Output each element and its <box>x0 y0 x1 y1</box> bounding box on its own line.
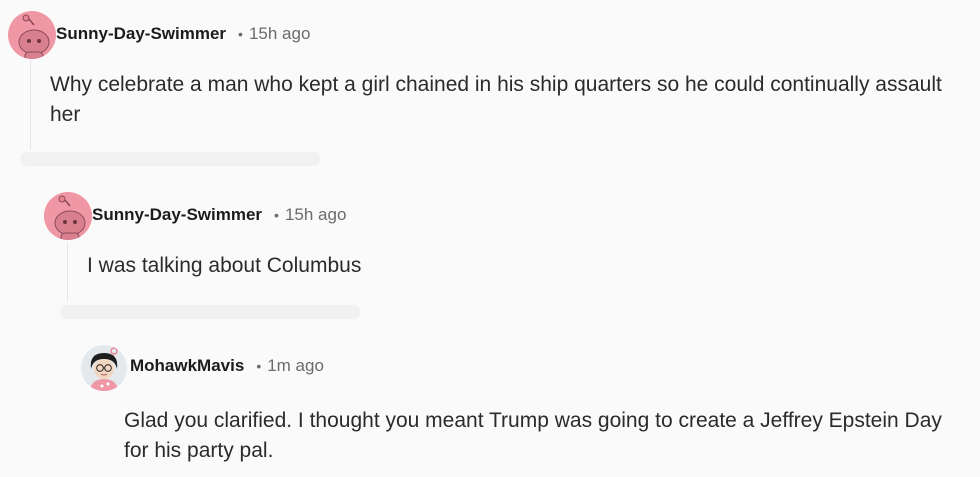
comment: MohawkMavis • 1m ago Glad you clarified.… <box>0 340 980 477</box>
username[interactable]: Sunny-Day-Swimmer <box>92 205 262 225</box>
meta-separator: • <box>274 207 279 223</box>
timestamp[interactable]: 15h ago <box>249 24 310 44</box>
cartoon-avatar-icon <box>90 347 118 391</box>
meta-separator: • <box>238 26 243 42</box>
comment-actions-placeholder <box>20 152 320 166</box>
username[interactable]: Sunny-Day-Swimmer <box>56 24 226 44</box>
comment-thread: Sunny-Day-Swimmer • 15h ago Why celebrat… <box>0 0 980 477</box>
comment: Sunny-Day-Swimmer • 15h ago Why celebrat… <box>0 0 980 150</box>
snoo-avatar-icon <box>54 195 86 240</box>
comment-body: I was talking about Columbus <box>87 254 362 277</box>
comment-header: Sunny-Day-Swimmer • 15h ago <box>56 24 310 44</box>
user-avatar[interactable] <box>8 11 56 59</box>
meta-separator: • <box>256 358 262 374</box>
comment-body: Glad you clarified. I thought you meant … <box>124 409 942 462</box>
user-avatar[interactable] <box>81 345 127 391</box>
snoo-avatar-icon <box>18 14 50 59</box>
user-avatar[interactable] <box>44 192 92 240</box>
username[interactable]: MohawkMavis <box>130 356 244 376</box>
comment-body: Why celebrate a man who kept a girl chai… <box>50 73 942 126</box>
timestamp[interactable]: 1m ago <box>267 356 324 376</box>
timestamp[interactable]: 15h ago <box>285 205 346 225</box>
comment-header: Sunny-Day-Swimmer • 15h ago <box>92 205 346 225</box>
comment: Sunny-Day-Swimmer • 15h ago I was talkin… <box>0 180 980 290</box>
comment-header: MohawkMavis • 1m ago <box>130 356 324 376</box>
comment-actions-placeholder <box>60 305 360 319</box>
